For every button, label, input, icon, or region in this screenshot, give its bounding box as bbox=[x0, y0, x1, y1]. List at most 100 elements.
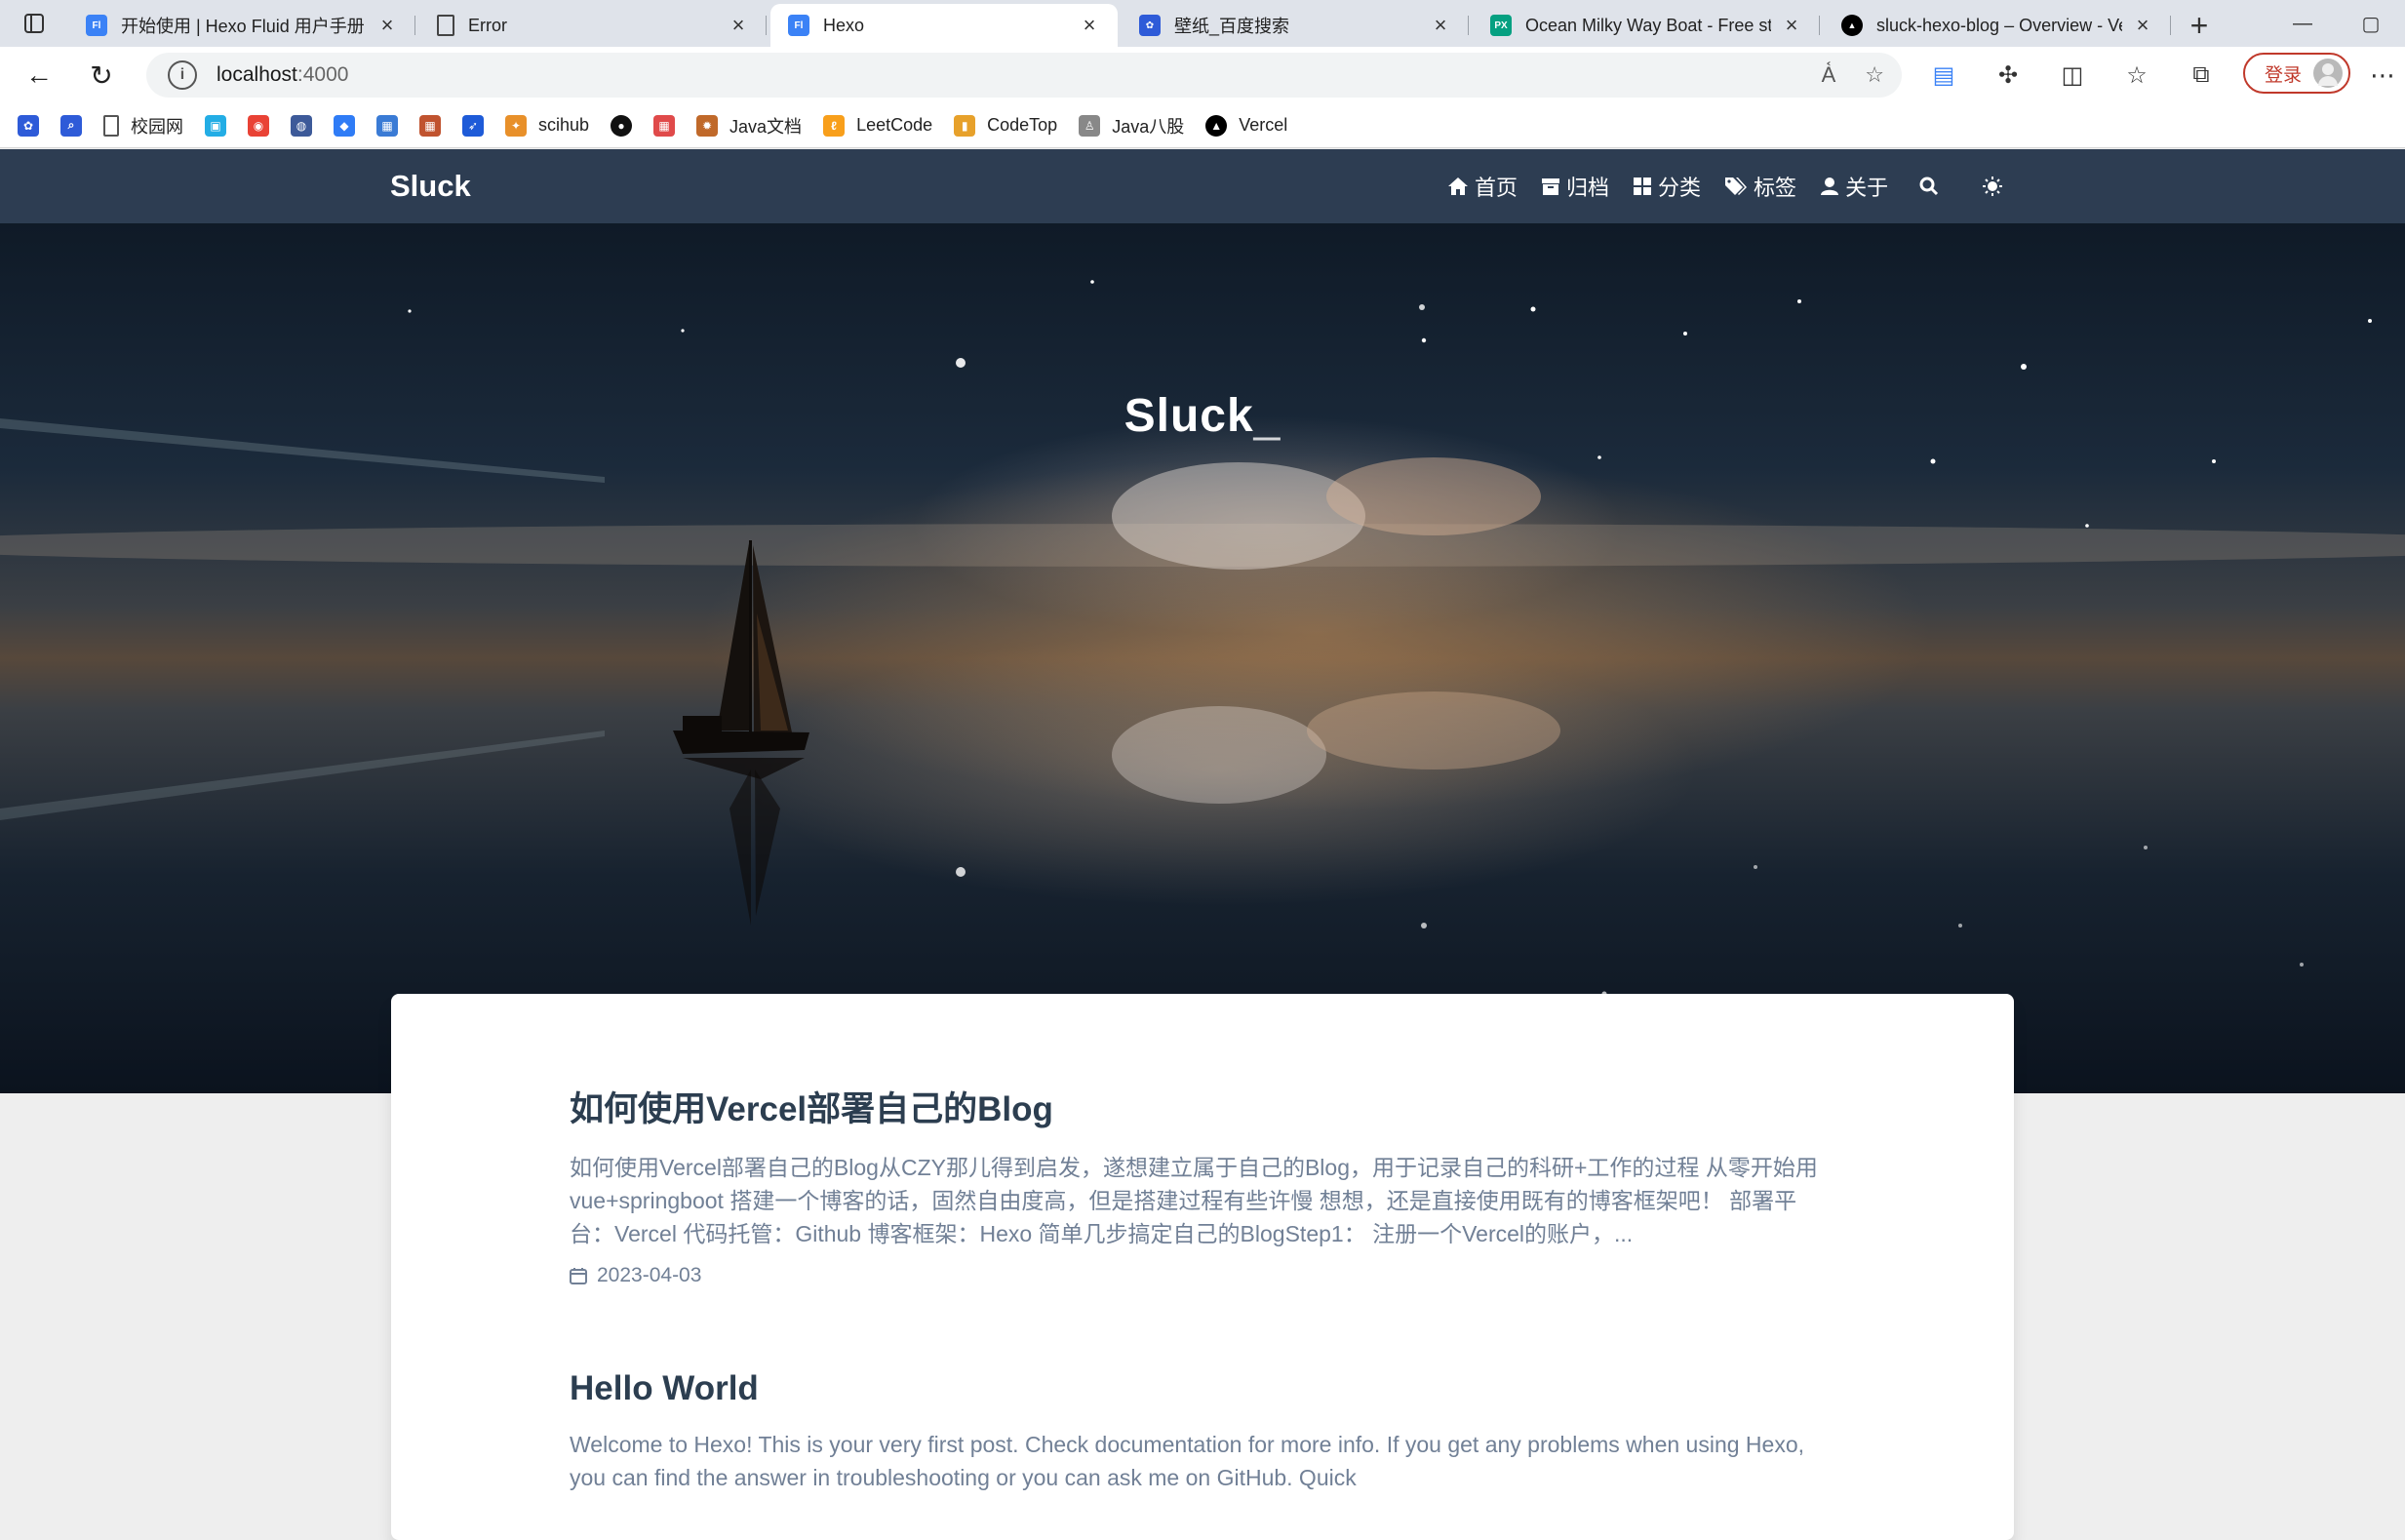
user-icon bbox=[1820, 177, 1839, 196]
browser-essentials-icon[interactable]: ⧉ bbox=[2169, 47, 2233, 103]
post-excerpt[interactable]: 如何使用Vercel部署自己的Blog从CZY那儿得到启发，遂想建立属于自己的B… bbox=[570, 1151, 1837, 1250]
nav-item-label: 归档 bbox=[1566, 176, 1610, 200]
github-icon: ● bbox=[611, 114, 633, 137]
vercel-icon: ▲ bbox=[1205, 114, 1228, 137]
tab-close-icon[interactable]: × bbox=[1079, 13, 1100, 38]
calendar-icon bbox=[570, 1267, 587, 1284]
add-favorite-icon[interactable]: ☆ bbox=[1865, 62, 1884, 88]
tab-close-icon[interactable]: × bbox=[1781, 13, 1802, 38]
nav-item-label: 关于 bbox=[1845, 176, 1889, 200]
tab-title: Ocean Milky Way Boat - Free sto bbox=[1525, 15, 1771, 35]
bookmark-item[interactable]: ⌕ bbox=[60, 114, 82, 137]
nav-item-label: 分类 bbox=[1658, 176, 1702, 200]
bookmark-item[interactable]: 校园网 bbox=[103, 113, 183, 138]
grid-icon bbox=[1633, 177, 1652, 196]
read-aloud-icon[interactable]: A᷾ bbox=[1822, 62, 1836, 88]
nav-item-tags[interactable]: 标签 bbox=[1724, 171, 1796, 202]
tab-close-icon[interactable]: × bbox=[376, 13, 398, 38]
tab-title: sluck-hexo-blog – Overview - Ve bbox=[1876, 15, 2122, 35]
bookmark-item[interactable]: ▣ bbox=[205, 114, 226, 137]
nav-item-grid[interactable]: 分类 bbox=[1633, 171, 1701, 202]
favorites-icon[interactable]: ☆ bbox=[2105, 47, 2169, 103]
extensions-icon[interactable]: ✣ bbox=[1976, 47, 2040, 103]
bookmark-item[interactable]: ● bbox=[611, 114, 633, 137]
bookmark-item[interactable]: ▲ Vercel bbox=[1205, 114, 1288, 137]
avatar bbox=[2313, 59, 2343, 88]
bookmark-item[interactable]: ✿ bbox=[18, 114, 39, 137]
reload-button[interactable]: ↻ bbox=[70, 47, 133, 103]
profile-login-button[interactable]: 登录 bbox=[2243, 53, 2350, 94]
post-item: Hello World Welcome to Hexo! This is you… bbox=[570, 1369, 1837, 1494]
tab-actions-button[interactable] bbox=[0, 0, 68, 47]
tab-close-icon[interactable]: × bbox=[2132, 13, 2153, 38]
bookmark-item[interactable]: ▦ bbox=[376, 114, 398, 137]
archive-icon bbox=[1541, 177, 1560, 196]
bookmark-label: Java文档 bbox=[729, 116, 803, 137]
collections-icon[interactable]: ▤ bbox=[1912, 47, 1976, 103]
search-icon: ⌕ bbox=[60, 114, 82, 137]
chrome-icon: ◉ bbox=[248, 114, 269, 137]
nav-item-user[interactable]: 关于 bbox=[1820, 171, 1888, 202]
baidu-paw-icon: ✿ bbox=[1139, 15, 1161, 36]
bookmark-label: CodeTop bbox=[987, 115, 1058, 135]
java-icon: ✹ bbox=[696, 114, 719, 137]
bookmark-label: LeetCode bbox=[856, 115, 933, 135]
tab-strip: Fl 开始使用 | Hexo Fluid 用户手册 × Error × Fl Hexo × ✿ 壁… bbox=[0, 0, 2405, 47]
tab-close-icon[interactable]: × bbox=[1430, 13, 1451, 38]
bookmark-item[interactable]: ✹ Java文档 bbox=[696, 113, 802, 138]
post-title[interactable]: Hello World bbox=[570, 1369, 1837, 1408]
browser-tab[interactable]: ▲ sluck-hexo-blog – Overview - Ve × bbox=[1824, 4, 2171, 47]
bookmark-item[interactable]: ◆ bbox=[334, 114, 355, 137]
browser-tab[interactable]: Fl 开始使用 | Hexo Fluid 用户手册 × bbox=[68, 4, 415, 47]
post-title[interactable]: 如何使用Vercel部署自己的Blog bbox=[570, 1082, 1837, 1131]
maximize-button[interactable]: ▢ bbox=[2337, 0, 2405, 47]
address-bar[interactable]: i localhost:4000 A᷾ ☆ bbox=[146, 53, 1902, 98]
search-icon[interactable] bbox=[1919, 177, 1939, 196]
bookmark-item[interactable]: ➶ bbox=[462, 114, 484, 137]
tab-title: Error bbox=[468, 15, 507, 35]
nav-item-home[interactable]: 首页 bbox=[1447, 171, 1518, 202]
home-icon bbox=[1447, 177, 1469, 196]
bookmark-item[interactable]: ◍ bbox=[291, 114, 312, 137]
bookmark-item[interactable]: ▮ CodeTop bbox=[954, 114, 1058, 137]
tab-title: 壁纸_百度搜索 bbox=[1174, 17, 1290, 36]
baidu-paw-icon: ✿ bbox=[18, 114, 39, 137]
split-screen-icon[interactable]: ◫ bbox=[2040, 47, 2105, 103]
bird-icon: ➶ bbox=[462, 114, 484, 137]
more-menu-button[interactable]: ⋯ bbox=[2360, 47, 2405, 103]
browser-tab[interactable]: PX Ocean Milky Way Boat - Free sto × bbox=[1473, 4, 1820, 47]
scihub-icon: ✦ bbox=[505, 114, 527, 137]
browser-toolbar: ← ↻ i localhost:4000 A᷾ ☆ ▤ ✣ ◫ ☆ ⧉ 登录 ⋯ bbox=[0, 47, 2405, 103]
tab-close-icon[interactable]: × bbox=[728, 13, 749, 38]
site-navbar: Sluck 首页 归档 分类 标签 关于 bbox=[0, 149, 2405, 223]
bookmark-item[interactable]: ◉ bbox=[248, 114, 269, 137]
site-menu: 首页 归档 分类 标签 关于 bbox=[1447, 149, 2038, 223]
nav-item-archive[interactable]: 归档 bbox=[1541, 171, 1609, 202]
post-excerpt[interactable]: Welcome to Hexo! This is your very first… bbox=[570, 1428, 1837, 1494]
vercel-icon: ▲ bbox=[1841, 15, 1863, 36]
new-tab-button[interactable]: + bbox=[2175, 4, 2224, 47]
browser-tab[interactable]: ✿ 壁纸_百度搜索 × bbox=[1122, 4, 1469, 47]
fluid-icon: Fl bbox=[788, 15, 809, 36]
bookmark-item[interactable]: ▦ bbox=[419, 114, 441, 137]
theme-toggle-icon[interactable] bbox=[1982, 176, 2003, 197]
bookmark-item[interactable]: ♙ Java八股 bbox=[1079, 113, 1184, 138]
minimize-button[interactable]: — bbox=[2268, 0, 2337, 47]
tab-title: Hexo bbox=[823, 15, 865, 35]
site-info-icon[interactable]: i bbox=[168, 60, 197, 90]
back-button[interactable]: ← bbox=[8, 47, 70, 103]
site-brand[interactable]: Sluck bbox=[390, 149, 471, 223]
bookmark-item[interactable]: ℓ LeetCode bbox=[823, 114, 933, 137]
app-icon: ▦ bbox=[376, 114, 398, 137]
browser-tab[interactable]: Error × bbox=[419, 4, 767, 47]
tags-icon bbox=[1724, 177, 1748, 196]
window-controls: — ▢ bbox=[2268, 0, 2405, 47]
bookmark-label: Vercel bbox=[1239, 115, 1288, 135]
bookmark-label: Java八股 bbox=[1112, 116, 1185, 137]
page-icon bbox=[103, 114, 119, 137]
tab-title: 开始使用 | Hexo Fluid 用户手册 bbox=[121, 17, 365, 36]
pexels-icon: PX bbox=[1490, 15, 1512, 36]
bookmark-item[interactable]: ▦ bbox=[653, 114, 676, 137]
bookmark-item[interactable]: ✦ scihub bbox=[505, 114, 589, 137]
browser-tab[interactable]: Fl Hexo × bbox=[770, 4, 1118, 47]
